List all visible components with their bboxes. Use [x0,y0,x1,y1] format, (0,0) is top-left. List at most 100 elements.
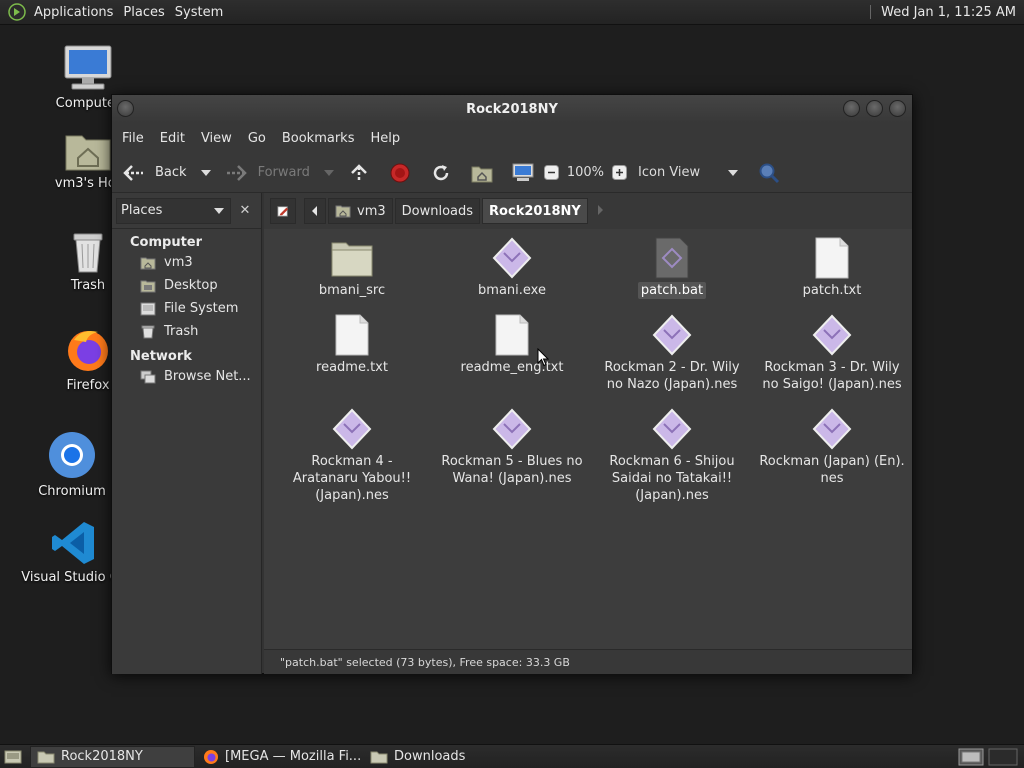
window-menu-button[interactable] [117,100,134,117]
up-button[interactable] [348,158,370,188]
forward-button[interactable]: Forward [224,158,310,188]
close-button[interactable] [889,100,906,117]
home-folder-icon [140,257,156,269]
breadcrumb-rock2018ny[interactable]: Rock2018NY [482,198,588,224]
taskbar-item-rock2018ny[interactable]: Rock2018NY [30,745,195,768]
back-history-dropdown[interactable] [200,169,211,176]
sidebar-item-desktop[interactable]: Desktop [112,274,261,297]
back-arrow-icon [123,164,143,181]
home-button[interactable] [471,158,493,188]
chevron-right-icon [597,204,603,215]
minimize-button[interactable] [843,100,860,117]
computer-button[interactable] [512,158,534,188]
monitor-icon [64,45,112,90]
path-scroll-left-button[interactable] [304,198,326,224]
workspace-switcher-icon[interactable] [958,748,984,766]
zoom-in-button[interactable] [612,158,628,188]
show-desktop-icon[interactable] [4,749,22,765]
toolbar: Back Forward 100% Icon View [112,153,912,193]
sidebar-type-select[interactable]: Places [116,197,231,224]
menubar: File Edit View Go Bookmarks Help [112,123,912,153]
menu-edit[interactable]: Edit [152,131,193,146]
sidebar-item-file-system[interactable]: File System [112,297,261,320]
menu-file[interactable]: File [114,131,152,146]
stop-button[interactable] [390,158,410,188]
up-arrow-icon [350,163,367,182]
close-sidebar-button[interactable]: ✕ [235,203,255,218]
system-menu[interactable]: System [173,5,231,20]
pencil-icon [277,206,289,217]
stop-icon [390,163,410,182]
zoom-level: 100% [566,165,605,180]
file-item[interactable]: Rockman 3 - Dr. Wily no Saigo! (Japan).n… [752,314,912,393]
file-item[interactable]: Rockman 6 - Shijou Saidai no Tatakai!! (… [592,408,752,504]
zoom-out-icon [543,165,559,180]
file-name: Rockman 3 - Dr. Wily no Saigo! (Japan).n… [762,360,902,392]
file-manager-window: Rock2018NY File Edit View Go Bookmarks H… [111,94,913,674]
script-file-icon [655,237,689,279]
vscode-icon [52,522,94,564]
file-name: patch.bat [637,282,707,299]
folder-icon [370,751,388,763]
rom-diamond-icon [652,314,692,356]
monitor-icon [512,163,534,181]
breadcrumb-label: Rock2018NY [489,203,581,219]
top-panel: Applications Places System Wed Jan 1, 11… [0,0,1024,25]
rom-diamond-icon [332,408,372,450]
rom-diamond-icon [492,408,532,450]
rom-diamond-icon [812,408,852,450]
file-item[interactable]: Rockman 2 - Dr. Wily no Nazo (Japan).nes [592,314,752,393]
sidebar-item-browse-network[interactable]: Browse Net... [112,365,261,388]
applications-menu[interactable]: Applications [32,5,121,20]
menu-bookmarks[interactable]: Bookmarks [274,131,363,146]
file-item[interactable]: readme_eng.txt [432,314,592,376]
chromium-icon [49,432,95,478]
home-folder-icon [335,205,351,218]
forward-history-dropdown[interactable] [323,169,334,176]
menu-go[interactable]: Go [240,131,274,146]
text-file-icon [815,237,849,279]
sidebar-item-trash[interactable]: Trash [112,320,261,343]
menu-help[interactable]: Help [362,131,408,146]
file-name: bmani.exe [478,283,546,298]
sidebar-item-label: vm3 [164,255,193,270]
network-icon [140,370,156,383]
sidebar-item-vm3[interactable]: vm3 [112,251,261,274]
breadcrumb-label: Downloads [401,203,474,219]
file-item[interactable]: readme.txt [272,314,432,376]
search-icon [759,163,780,183]
icon-view[interactable]: bmani_src bmani.exe patch.bat patch.txt [264,229,912,649]
file-item[interactable]: Rockman 5 - Blues no Wana! (Japan).nes [432,408,592,487]
file-item[interactable]: Rockman (Japan) (En). nes [752,408,912,487]
taskbar-item-downloads[interactable]: Downloads [364,746,529,768]
view-mode-select[interactable]: Icon View [638,165,728,180]
maximize-button[interactable] [866,100,883,117]
back-label: Back [155,165,187,180]
file-item-selected[interactable]: patch.bat [592,237,752,299]
file-item[interactable]: bmani_src [272,237,432,299]
back-button[interactable]: Back [122,158,187,188]
reload-button[interactable] [431,158,451,188]
sidebar-item-label: Browse Net... [164,369,251,384]
clock[interactable]: Wed Jan 1, 11:25 AM [881,5,1024,20]
search-button[interactable] [758,158,780,188]
distro-logo-icon[interactable] [8,3,26,21]
path-scroll-right-button[interactable] [596,204,604,219]
menu-view[interactable]: View [193,131,240,146]
titlebar[interactable]: Rock2018NY [112,95,912,123]
edit-location-button[interactable] [270,198,296,224]
text-file-icon [335,314,369,356]
places-menu[interactable]: Places [121,5,172,20]
workspace-2-icon[interactable] [988,748,1018,766]
view-mode-dropdown[interactable] [728,169,739,176]
file-item[interactable]: patch.txt [752,237,912,299]
file-item[interactable]: Rockman 4 - Aratanaru Yabou!! (Japan).ne… [272,408,432,504]
breadcrumb-vm3[interactable]: vm3 [328,198,393,224]
zoom-out-button[interactable] [543,158,559,188]
breadcrumb-downloads[interactable]: Downloads [394,198,481,224]
file-item[interactable]: bmani.exe [432,237,592,299]
panel-separator [870,5,872,19]
folder-icon [331,242,373,277]
taskbar-item-firefox[interactable]: [MEGA — Mozilla Fi... [197,746,362,768]
sidebar-heading-computer: Computer [130,235,203,250]
